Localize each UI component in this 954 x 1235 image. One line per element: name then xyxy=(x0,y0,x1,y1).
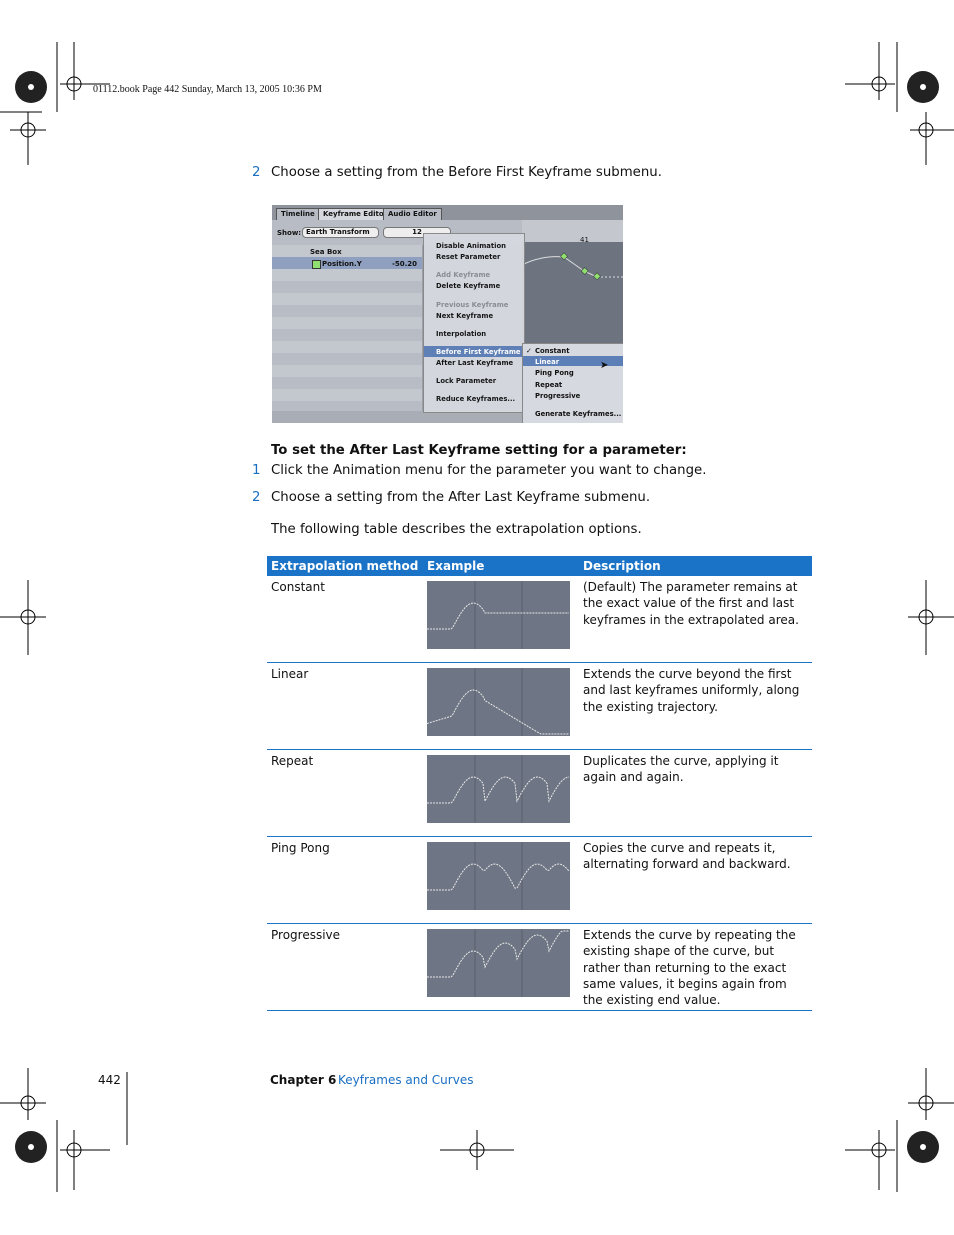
print-slug: 01112.book Page 442 Sunday, March 13, 20… xyxy=(93,84,322,95)
param-name: Position.Y xyxy=(322,260,362,268)
step-number: 2 xyxy=(252,490,261,505)
chapter-title[interactable]: Keyframes and Curves xyxy=(338,1073,473,1087)
curve xyxy=(427,689,569,735)
menu-item-lock-parameter[interactable]: Lock Parameter xyxy=(436,377,496,385)
table-row: Repeat Duplicates the curve, applying it … xyxy=(267,749,812,837)
table-intro: The following table describes the extrap… xyxy=(271,522,642,537)
example-cell xyxy=(423,749,579,837)
menu-item-disable-animation[interactable]: Disable Animation xyxy=(436,242,506,250)
curve xyxy=(427,930,569,978)
ruler-mark: 41 xyxy=(580,236,589,244)
col-header: Extrapolation method xyxy=(267,556,423,576)
keyframe-editor-screenshot: Timeline Keyframe Editor Audio Editor Sh… xyxy=(272,205,623,423)
menu-item-next-keyframe[interactable]: Next Keyframe xyxy=(436,312,493,320)
param-value: -50.20 xyxy=(392,260,418,268)
group-name: Sea Box xyxy=(310,248,342,256)
curve xyxy=(427,863,570,891)
menu-item-previous-keyframe[interactable]: Previous Keyframe xyxy=(436,301,508,309)
curve-thumbnail xyxy=(427,668,570,736)
submenu-item-ping-pong[interactable]: Ping Pong xyxy=(535,369,574,377)
before-first-keyframe-submenu: ✓ Constant Linear Ping Pong Repeat Progr… xyxy=(522,343,623,423)
tab-bar: Timeline Keyframe Editor Audio Editor xyxy=(272,205,623,221)
document-page: { "slug":"01112.book Page 442 Sunday, Ma… xyxy=(0,0,954,1235)
curve-thumbnail xyxy=(427,842,570,910)
curve xyxy=(427,602,569,630)
description-cell: Extends the curve beyond the first and l… xyxy=(579,662,812,750)
submenu-item-constant[interactable]: Constant xyxy=(535,347,569,355)
menu-item-before-first-keyframe[interactable]: Before First Keyframe xyxy=(436,348,521,356)
parameter-list xyxy=(272,245,422,411)
method-cell: Linear xyxy=(267,662,423,750)
show-popup[interactable]: Earth Transform xyxy=(302,227,379,238)
menu-item-delete-keyframe[interactable]: Delete Keyframe xyxy=(436,282,500,290)
menu-item-add-keyframe[interactable]: Add Keyframe xyxy=(436,271,490,279)
page-number: 442 xyxy=(98,1073,121,1087)
table-row: Linear Extends the curve beyond the first… xyxy=(267,662,812,750)
col-header: Description xyxy=(579,556,812,576)
menu-item-reset-parameter[interactable]: Reset Parameter xyxy=(436,253,500,261)
step-text: Choose a setting from the Before First K… xyxy=(271,165,662,180)
animation-menu: Disable Animation Reset Parameter Add Ke… xyxy=(423,233,525,413)
procedure-heading: To set the After Last Keyframe setting f… xyxy=(271,443,687,458)
checkmark-icon: ✓ xyxy=(526,347,532,355)
submenu-item-linear[interactable]: Linear xyxy=(535,358,559,366)
submenu-item-repeat[interactable]: Repeat xyxy=(535,381,562,389)
method-cell: Constant xyxy=(267,576,423,663)
description-cell: Extends the curve by repeating the exist… xyxy=(579,923,812,1011)
show-label: Show: xyxy=(277,229,302,237)
example-cell xyxy=(423,836,579,924)
table-row: Progressive Extends the curve by repeatin… xyxy=(267,923,812,1011)
step-text: Click the Animation menu for the paramet… xyxy=(271,463,707,478)
example-cell xyxy=(423,923,579,1011)
step-number: 2 xyxy=(252,165,261,180)
description-cell: Copies the curve and repeats it, alterna… xyxy=(579,836,812,924)
step-text: Choose a setting from the After Last Key… xyxy=(271,490,651,505)
curve-line xyxy=(522,252,623,281)
example-cell xyxy=(423,662,579,750)
table-row: Constant (Default) The parameter remains … xyxy=(267,576,812,663)
chapter-label: Chapter 6 xyxy=(270,1073,337,1087)
method-cell: Repeat xyxy=(267,749,423,837)
example-cell xyxy=(423,576,579,663)
curve-thumbnail xyxy=(427,581,570,649)
extrapolation-table: Extrapolation method Example Description C… xyxy=(267,556,812,1011)
curve-thumbnail xyxy=(427,755,570,823)
method-cell: Progressive xyxy=(267,923,423,1011)
table-row: Ping Pong Copies the curve and repeats it… xyxy=(267,836,812,924)
method-cell: Ping Pong xyxy=(267,836,423,924)
menu-item-reduce-keyframes[interactable]: Reduce Keyframes... xyxy=(436,395,515,403)
description-cell: (Default) The parameter remains at the e… xyxy=(579,576,812,663)
menu-item-after-last-keyframe[interactable]: After Last Keyframe xyxy=(436,359,513,367)
curve xyxy=(427,776,570,804)
curve-thumbnail xyxy=(427,929,570,997)
description-cell: Duplicates the curve, applying it again … xyxy=(579,749,812,837)
mouse-pointer-icon: ➤ xyxy=(600,360,609,371)
step-number: 1 xyxy=(252,463,261,478)
submenu-item-generate-keyframes[interactable]: Generate Keyframes... xyxy=(535,410,621,418)
submenu-item-progressive[interactable]: Progressive xyxy=(535,392,580,400)
menu-item-interpolation[interactable]: Interpolation xyxy=(436,330,486,338)
col-header: Example xyxy=(423,556,579,576)
